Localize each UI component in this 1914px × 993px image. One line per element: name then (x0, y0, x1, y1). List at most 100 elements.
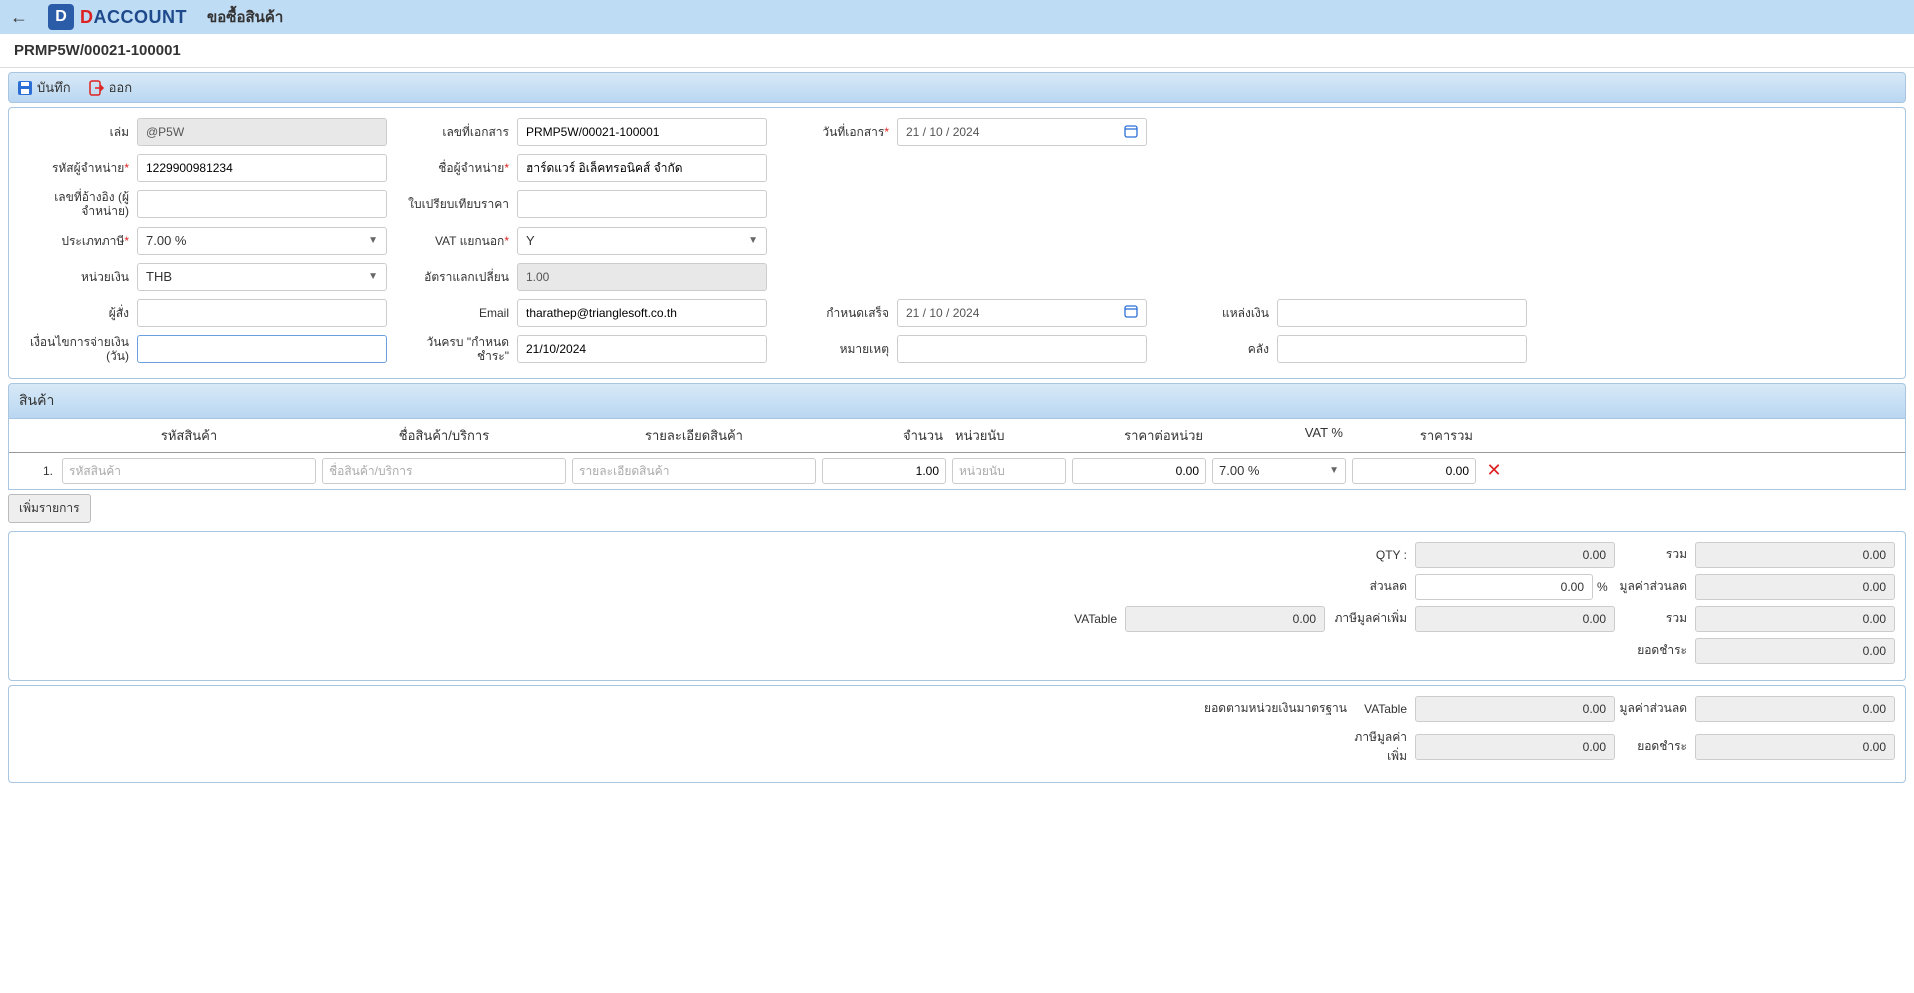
cell-unit[interactable] (952, 458, 1066, 484)
grid-header: รหัสสินค้า ชื่อสินค้า/บริการ รายละเอียดส… (9, 419, 1905, 453)
label-tax-type: ประเภทภาษี* (17, 234, 137, 248)
value-disc-val2: 0.00 (1695, 696, 1895, 722)
label-source: แหล่งเงิน (1157, 306, 1277, 320)
cell-qty[interactable] (822, 458, 946, 484)
value-sum: 0.00 (1695, 542, 1895, 568)
input-doc-date[interactable]: 21 / 10 / 2024 (897, 118, 1147, 146)
label-remark: หมายเหตุ (777, 342, 897, 356)
totals-panel-1: QTY : 0.00 รวม 0.00 ส่วนลด 0.00 % มูลค่า… (8, 531, 1906, 681)
label-vat: ภาษีมูลค่าเพิ่ม (1325, 609, 1415, 628)
brand-d: D (80, 7, 94, 27)
save-icon (17, 80, 33, 96)
label-doc-no: เลขที่เอกสาร (397, 125, 517, 139)
save-label: บันทึก (37, 77, 71, 98)
label-vat2: ภาษีมูลค่าเพิ่ม (1335, 728, 1415, 766)
value-vat: 0.00 (1415, 606, 1615, 632)
page-title: ขอซื้อสินค้า (207, 5, 283, 29)
label-disc-val: มูลค่าส่วนลด (1615, 577, 1695, 596)
input-email[interactable] (517, 299, 767, 327)
back-arrow-icon[interactable]: ← (10, 7, 28, 28)
brand-rest: ACCOUNT (94, 7, 188, 27)
input-remark[interactable] (897, 335, 1147, 363)
value-vatable2: 0.00 (1415, 696, 1615, 722)
label-quotation: ใบเปรียบเทียบราคา (397, 197, 517, 211)
label-pct: % (1593, 580, 1615, 594)
input-orderer[interactable] (137, 299, 387, 327)
label-discount: ส่วนลด (1325, 577, 1415, 596)
label-payment-due: วันครบ "กำหนดชำระ" (397, 335, 517, 364)
grid-section-header: สินค้า (8, 383, 1906, 419)
input-quotation[interactable] (517, 190, 767, 218)
delete-row-button[interactable]: ✕ (1479, 460, 1509, 481)
toolbar: บันทึก ออก (8, 72, 1906, 103)
add-row-button[interactable]: เพิ่มรายการ (8, 494, 91, 523)
top-header: ← D DACCOUNT ขอซื้อสินค้า (0, 0, 1914, 34)
label-orderer: ผู้สั่ง (17, 306, 137, 320)
label-net: ยอดชำระ (1615, 641, 1695, 660)
input-warehouse[interactable] (1277, 335, 1527, 363)
label-vatable2: VATable (1355, 702, 1415, 716)
input-vendor-name[interactable] (517, 154, 767, 182)
input-exch-rate (517, 263, 767, 291)
label-qty-total: QTY : (1325, 548, 1415, 562)
input-book (137, 118, 387, 146)
label-book: เล่ม (17, 125, 137, 139)
label-sum: รวม (1615, 545, 1695, 564)
label-vat-sep: VAT แยกนอก* (397, 234, 517, 248)
exit-label: ออก (109, 77, 133, 98)
value-disc-val: 0.00 (1695, 574, 1895, 600)
col-price: ราคาต่อหน่วย (1069, 425, 1209, 446)
input-vendor-code[interactable] (137, 154, 387, 182)
label-email: Email (397, 306, 517, 320)
cell-code[interactable] (62, 458, 316, 484)
label-warehouse: คลัง (1157, 342, 1277, 356)
label-disc-val2: มูลค่าส่วนลด (1615, 699, 1695, 718)
label-vatable: VATable (1065, 612, 1125, 626)
label-ref-no: เลขที่อ้างอิง (ผู้จำหน่าย) (17, 190, 137, 219)
chevron-down-icon: ▼ (368, 235, 378, 246)
form-panel: เล่ม เลขที่เอกสาร วันที่เอกสาร* 21 / 10 … (8, 107, 1906, 379)
input-ref-no[interactable] (137, 190, 387, 218)
cell-total[interactable] (1352, 458, 1476, 484)
input-discount[interactable]: 0.00 (1415, 574, 1593, 600)
brand-text: DACCOUNT (80, 7, 187, 28)
input-due-date[interactable]: 21 / 10 / 2024 (897, 299, 1147, 327)
label-net2: ยอดชำระ (1615, 737, 1695, 756)
select-tax-type[interactable]: 7.00 %▼ (137, 227, 387, 255)
cell-vat[interactable]: 7.00 %▼ (1212, 458, 1346, 484)
value-net: 0.00 (1695, 638, 1895, 664)
col-code: รหัสสินค้า (59, 425, 319, 446)
input-doc-no[interactable] (517, 118, 767, 146)
exit-button[interactable]: ออก (89, 77, 133, 98)
value-net2: 0.00 (1695, 734, 1895, 760)
cell-name[interactable] (322, 458, 566, 484)
col-name: ชื่อสินค้า/บริการ (319, 425, 569, 446)
value-vat2: 0.00 (1415, 734, 1615, 760)
col-qty: จำนวน (819, 425, 949, 446)
col-vat: VAT % (1209, 425, 1349, 446)
row-index: 1. (9, 464, 59, 478)
totals-panel-2: ยอดตามหน่วยเงินมาตรฐาน VATable 0.00 มูลค… (8, 685, 1906, 783)
col-total: ราคารวม (1349, 425, 1479, 446)
label-doc-date: วันที่เอกสาร* (777, 125, 897, 139)
label-currency: หน่วยเงิน (17, 270, 137, 284)
cell-desc[interactable] (572, 458, 816, 484)
exit-icon (89, 80, 105, 96)
input-credit-days[interactable] (137, 335, 387, 363)
chevron-down-icon: ▼ (748, 235, 758, 246)
label-std-currency: ยอดตามหน่วยเงินมาตรฐาน (1195, 699, 1355, 718)
input-source[interactable] (1277, 299, 1527, 327)
label-exch-rate: อัตราแลกเปลี่ยน (397, 270, 517, 284)
grid: รหัสสินค้า ชื่อสินค้า/บริการ รายละเอียดส… (8, 419, 1906, 490)
label-credit-days: เงื่อนไขการจ่ายเงิน (วัน) (17, 335, 137, 364)
chevron-down-icon: ▼ (368, 271, 378, 282)
label-vendor-code: รหัสผู้จำหน่าย* (17, 161, 137, 175)
select-currency[interactable]: THB▼ (137, 263, 387, 291)
col-desc: รายละเอียดสินค้า (569, 425, 819, 446)
cell-price[interactable] (1072, 458, 1206, 484)
save-button[interactable]: บันทึก (17, 77, 71, 98)
input-payment-due[interactable] (517, 335, 767, 363)
calendar-icon (1124, 304, 1138, 321)
select-vat-sep[interactable]: Y▼ (517, 227, 767, 255)
label-due-date: กำหนดเสร็จ (777, 306, 897, 320)
